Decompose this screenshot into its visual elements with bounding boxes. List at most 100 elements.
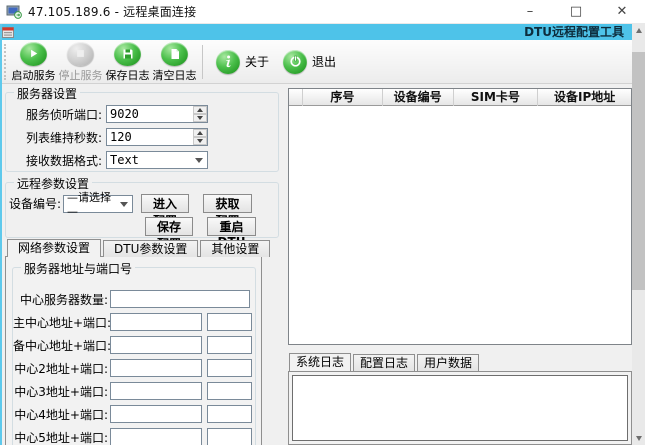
center5-label: 中心5地址+端口: — [13, 429, 108, 445]
center2-label: 中心2地址+端口: — [13, 360, 108, 377]
center3-port-input[interactable] — [207, 382, 252, 400]
power-icon — [283, 50, 307, 74]
stop-service-button[interactable]: 停止服务 — [57, 41, 104, 83]
log-text-area[interactable] — [292, 375, 628, 441]
form-icon — [2, 27, 14, 38]
data-format-combobox[interactable]: Text — [106, 151, 208, 169]
save-config-button[interactable]: 保存配置 — [145, 217, 193, 236]
spin-down-icon[interactable] — [193, 114, 207, 122]
device-number-label: 设备编号: — [9, 195, 61, 212]
toolbar-button-label: 清空日志 — [153, 67, 197, 83]
tab-config-log[interactable]: 配置日志 — [353, 354, 415, 371]
center-count-input[interactable] — [110, 290, 250, 308]
minimize-button[interactable]: – — [507, 0, 553, 24]
address-row: 中心2地址+端口: — [13, 359, 257, 377]
device-number-combobox[interactable]: —请选择— — [63, 195, 133, 213]
remote-settings-group: 远程参数设置 设备编号: —请选择— 进入配置 获取配置 保存配置 重启DTU — [5, 182, 279, 238]
param-tabs: 网络参数设置 DTU参数设置 其他设置 — [7, 240, 272, 257]
save-icon — [114, 42, 141, 66]
window-title: 47.105.189.6 - 远程桌面连接 — [28, 3, 196, 20]
spinner-buttons — [193, 106, 207, 122]
device-table: 序号 设备编号 SIM卡号 设备IP地址 — [288, 88, 632, 345]
main-center-label: 主中心地址+端口: — [13, 314, 108, 331]
column-header-rowselect[interactable] — [289, 89, 303, 106]
listen-port-label: 服务侦听端口: — [6, 106, 102, 123]
main-center-address-input[interactable] — [110, 313, 202, 331]
exit-button[interactable]: 退出 — [276, 44, 343, 80]
clear-icon — [161, 42, 188, 66]
app-window: 47.105.189.6 - 远程桌面连接 – □ ✕ DTU远程配置工具 启动… — [0, 0, 645, 445]
clear-log-button[interactable]: 清空日志 — [151, 41, 198, 83]
vertical-scrollbar[interactable] — [632, 24, 645, 445]
toolbar-button-label: 退出 — [312, 53, 336, 70]
toolbar-button-label: 保存日志 — [106, 67, 150, 83]
center5-port-input[interactable] — [207, 428, 252, 445]
toolbar-button-label: 启动服务 — [12, 67, 56, 83]
tab-other-settings[interactable]: 其他设置 — [200, 240, 270, 257]
close-button[interactable]: ✕ — [599, 0, 645, 24]
window-controls: – □ ✕ — [507, 0, 645, 24]
main-center-port-input[interactable] — [207, 313, 252, 331]
spin-up-icon[interactable] — [193, 106, 207, 114]
log-tabs: 系统日志 配置日志 用户数据 — [289, 354, 481, 371]
list-keep-seconds-label: 列表维持秒数: — [6, 129, 102, 146]
spin-down-icon[interactable] — [193, 137, 207, 145]
data-format-label: 接收数据格式: — [6, 152, 102, 169]
tab-network-params[interactable]: 网络参数设置 — [7, 239, 101, 257]
toolbar-grip[interactable] — [4, 44, 7, 80]
info-icon — [216, 50, 240, 74]
stop-icon — [67, 42, 94, 66]
address-row: 备中心地址+端口: — [13, 336, 257, 354]
enter-config-button[interactable]: 进入配置 — [141, 194, 189, 213]
center-count-label: 中心服务器数量: — [13, 291, 108, 308]
center4-port-input[interactable] — [207, 405, 252, 423]
window-left-edge — [0, 24, 2, 445]
scroll-down-icon[interactable] — [632, 432, 645, 445]
spin-up-icon[interactable] — [193, 129, 207, 137]
maximize-button[interactable]: □ — [553, 0, 599, 24]
play-icon — [20, 42, 47, 66]
start-service-button[interactable]: 启动服务 — [10, 41, 57, 83]
restart-dtu-button[interactable]: 重启DTU — [207, 217, 256, 236]
toolbar-button-label: 停止服务 — [59, 67, 103, 83]
save-log-button[interactable]: 保存日志 — [104, 41, 151, 83]
chevron-down-icon — [120, 202, 128, 207]
tab-dtu-params[interactable]: DTU参数设置 — [103, 240, 198, 257]
data-format-value: Text — [110, 153, 139, 167]
about-button[interactable]: 关于 — [209, 44, 276, 80]
center5-address-input[interactable] — [110, 428, 202, 445]
address-row: 主中心地址+端口: — [13, 313, 257, 331]
center4-address-input[interactable] — [110, 405, 202, 423]
device-table-header: 序号 设备编号 SIM卡号 设备IP地址 — [289, 89, 631, 106]
remote-desktop-icon — [6, 5, 22, 19]
scrollbar-thumb[interactable] — [632, 52, 645, 290]
server-address-group: 服务器地址与端口号 中心服务器数量: 主中心地址+端口: 备中心地址+端口: 中… — [12, 267, 256, 445]
app-header-title: DTU远程配置工具 — [524, 24, 624, 40]
toolbar-separator — [202, 45, 203, 79]
column-header-sim[interactable]: SIM卡号 — [454, 89, 539, 106]
center2-address-input[interactable] — [110, 359, 202, 377]
column-header-ip[interactable]: 设备IP地址 — [538, 89, 631, 106]
backup-center-label: 备中心地址+端口: — [13, 337, 108, 354]
app-header: DTU远程配置工具 — [0, 24, 632, 40]
address-row: 中心5地址+端口: — [13, 428, 257, 445]
get-config-button[interactable]: 获取配置 — [203, 194, 252, 213]
scroll-up-icon[interactable] — [632, 24, 645, 37]
log-panel — [288, 371, 632, 445]
group-title: 服务器设置 — [14, 85, 80, 102]
spinner-buttons — [193, 129, 207, 145]
toolbar-button-label: 关于 — [245, 53, 269, 70]
address-row: 中心服务器数量: — [13, 290, 257, 308]
address-row: 中心4地址+端口: — [13, 405, 257, 423]
server-settings-group: 服务器设置 服务侦听端口: 列表维持秒数: 接收数据格式 — [5, 92, 279, 172]
center3-address-input[interactable] — [110, 382, 202, 400]
tab-system-log[interactable]: 系统日志 — [289, 353, 351, 371]
address-row: 中心3地址+端口: — [13, 382, 257, 400]
tab-user-data[interactable]: 用户数据 — [417, 354, 479, 371]
column-header-index[interactable]: 序号 — [303, 89, 383, 106]
backup-center-port-input[interactable] — [207, 336, 252, 354]
backup-center-address-input[interactable] — [110, 336, 202, 354]
titlebar: 47.105.189.6 - 远程桌面连接 – □ ✕ — [0, 0, 645, 24]
center2-port-input[interactable] — [207, 359, 252, 377]
column-header-device-id[interactable]: 设备编号 — [383, 89, 454, 106]
